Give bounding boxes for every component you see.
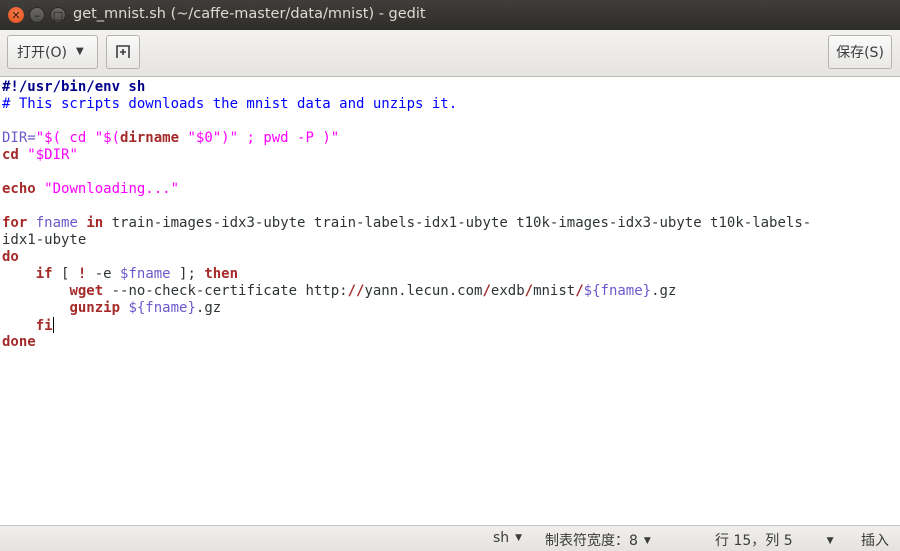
code-token: / [482, 283, 491, 299]
code-line[interactable]: do [2, 249, 811, 266]
code-token: "$( cd "$( [35, 130, 121, 146]
save-label: 保存(S) [836, 45, 884, 61]
close-icon: ✕ [11, 8, 21, 22]
insert-mode-label: 插入 [861, 533, 889, 549]
code-token: ]; [170, 266, 205, 282]
open-file-button[interactable]: 打开(O) ▼ [7, 35, 98, 69]
maximize-icon: □ [52, 8, 64, 22]
insert-mode-indicator[interactable]: 插入 [861, 530, 889, 550]
code-line[interactable]: wget --no-check-certificate http://yann.… [2, 283, 811, 300]
code-token: fname [35, 215, 78, 231]
new-document-button[interactable] [106, 35, 140, 69]
code-line[interactable]: gunzip ${fname}.gz [2, 300, 811, 317]
minimize-window-button[interactable]: – [29, 7, 45, 23]
code-token: for [2, 215, 28, 231]
code-line[interactable]: #!/usr/bin/env sh [2, 79, 811, 96]
tab-width-selector[interactable]: 制表符宽度：8 ▼ [545, 530, 651, 550]
code-line[interactable] [2, 113, 811, 130]
code-line[interactable]: fi [2, 317, 811, 334]
chevron-down-icon: ▼ [826, 536, 834, 546]
code-token: wget [69, 283, 104, 299]
code-token: "Downloading..." [44, 181, 180, 197]
code-token: exdb [490, 283, 525, 299]
language-label: sh [493, 530, 510, 546]
chevron-down-icon: ▼ [515, 533, 523, 543]
code-token: if [35, 266, 53, 282]
code-token: $fname [120, 266, 171, 282]
status-bar: sh ▼ 制表符宽度：8 ▼ 行 15，列 5 ▼ 插入 [0, 525, 900, 551]
code-token: cd [2, 147, 19, 163]
code-token: in [86, 215, 104, 231]
text-cursor [52, 317, 54, 333]
text-editor[interactable]: #!/usr/bin/env sh # This scripts download… [0, 77, 900, 525]
maximize-window-button[interactable]: □ [50, 7, 66, 23]
language-selector[interactable]: sh ▼ [493, 530, 522, 546]
code-token: then [204, 266, 239, 282]
code-token: / [524, 283, 534, 299]
code-token: .gz [195, 300, 222, 316]
open-label: 打开(O) [17, 45, 67, 61]
code-token: dirname [120, 130, 180, 146]
code-token: gunzip [69, 300, 121, 316]
code-token: "$DIR" [27, 147, 78, 163]
code-token: [ [52, 266, 78, 282]
chevron-down-icon: ▼ [643, 536, 651, 546]
code-line[interactable]: DIR="$( cd "$(dirname "$0")" ; pwd -P )" [2, 130, 811, 147]
code-line[interactable]: done [2, 334, 811, 351]
code-token: echo [2, 181, 36, 197]
code-token: yann.lecun.com [364, 283, 483, 299]
window-title: get_mnist.sh (~/caffe-master/data/mnist)… [73, 6, 426, 22]
code-token: #!/usr/bin/env sh [2, 79, 146, 95]
code-token: / [575, 283, 584, 299]
code-token: do [2, 249, 19, 265]
code-line[interactable]: for fname in train-images-idx3-ubyte tra… [2, 215, 811, 232]
code-view[interactable]: #!/usr/bin/env sh # This scripts download… [2, 79, 811, 351]
code-line[interactable]: # This scripts downloads the mnist data … [2, 96, 811, 113]
save-button[interactable]: 保存(S) [828, 35, 892, 69]
code-token: train-images-idx3-ubyte train-labels-idx… [103, 215, 812, 231]
cursor-position-label: 行 15，列 5 [715, 533, 793, 549]
code-token: mnist [533, 283, 576, 299]
code-line[interactable]: cd "$DIR" [2, 147, 811, 164]
code-line[interactable] [2, 164, 811, 181]
code-token: -e [86, 266, 121, 282]
title-bar: ✕ – □ get_mnist.sh (~/caffe-master/data/… [0, 0, 900, 30]
code-token: .gz [651, 283, 677, 299]
code-token: done [2, 334, 36, 350]
dropdown-arrow-icon[interactable]: ▼ [76, 46, 84, 57]
new-document-icon [116, 45, 130, 58]
code-token: --no-check-certificate http: [103, 283, 348, 299]
code-token: // [347, 283, 365, 299]
header-bar: 打开(O) ▼ 保存(S) [0, 30, 900, 77]
code-token: # This scripts downloads the mnist data … [2, 96, 458, 112]
code-token: fi [35, 318, 53, 334]
code-token: DIR= [2, 130, 36, 146]
code-line[interactable] [2, 198, 811, 215]
code-token: ${fname} [583, 283, 652, 299]
tab-width-label: 制表符宽度：8 [545, 533, 638, 549]
code-line[interactable]: idx1-ubyte [2, 232, 811, 249]
code-token: ${fname} [128, 300, 196, 316]
code-line[interactable]: if [ ! -e $fname ]; then [2, 266, 811, 283]
code-token: idx1-ubyte [2, 232, 87, 248]
cursor-position-selector[interactable]: 行 15，列 5 ▼ [715, 530, 834, 550]
code-token: "$0")" ; pwd -P )" [179, 130, 340, 146]
minimize-icon: – [34, 8, 40, 22]
code-line[interactable]: echo "Downloading..." [2, 181, 811, 198]
close-window-button[interactable]: ✕ [8, 7, 24, 23]
